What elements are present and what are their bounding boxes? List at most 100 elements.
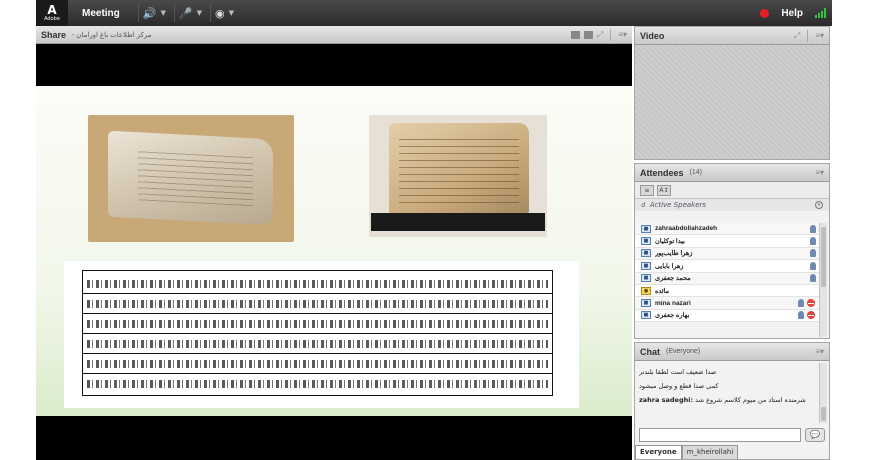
- record-status-icon[interactable]: [760, 8, 770, 18]
- chat-text: صدا ضعیف است لطفا بلندتر: [639, 368, 717, 376]
- attendee-name: بیدا توکلیان: [655, 238, 685, 246]
- microphone-icon: [810, 261, 816, 270]
- attendee-name: mina nazari: [655, 299, 691, 307]
- chat-input-row: 💬: [639, 428, 825, 442]
- attendee-name: zahraabdollahzadeh: [655, 225, 718, 233]
- topbar-right: Help: [760, 8, 832, 19]
- microphone-icon: [810, 274, 816, 283]
- chat-text: کمی صدا قطع و وصل میشود: [639, 382, 719, 390]
- microphone-icon: [798, 311, 804, 320]
- attendee-name: زهرا طایب‌پور: [655, 250, 693, 258]
- share-pod: Share - مرکز اطلاعات باغ اورامان ⤢ ≡▾: [36, 26, 632, 460]
- chat-messages: صدا ضعیف است لطفا بلندتر کمی صدا قطع و و…: [639, 365, 817, 407]
- chat-message: کمی صدا قطع و وصل میشود: [639, 379, 817, 393]
- pod-menu-icon[interactable]: ≡▾: [815, 347, 824, 356]
- microphone-icon: 🎤: [178, 6, 193, 20]
- speaker-icon: 🔊: [142, 6, 157, 20]
- shared-slide: [36, 86, 632, 416]
- webcam-button[interactable]: ◉ ▼: [209, 4, 238, 22]
- active-speakers-bar: ☌ Active Speakers ×: [635, 199, 829, 211]
- chat-text: شرمنده استاد من میوم کلاسم شروع شد: [695, 396, 806, 404]
- chat-message-input[interactable]: [639, 428, 801, 442]
- chat-pod: Chat (Everyone) ≡▾ صدا ضعیف است لطفا بلن…: [634, 342, 830, 460]
- share-document-name: - مرکز اطلاعات باغ اورامان: [72, 31, 152, 39]
- attendees-title: Attendees: [640, 167, 684, 178]
- speaker-button[interactable]: 🔊 ▼: [137, 4, 170, 22]
- chat-sender: zahra sadeghi:: [639, 396, 694, 404]
- microphone-icon: [798, 299, 804, 308]
- attendee-row[interactable]: ■ بیدا توکلیان: [635, 235, 819, 248]
- fullscreen-icon[interactable]: ⤢: [597, 30, 603, 40]
- adobe-logo: A Adobe: [36, 0, 68, 26]
- user-icon: ■: [641, 299, 651, 308]
- speaker-group-icon: ☌: [641, 201, 646, 209]
- user-icon: ■: [641, 274, 651, 283]
- layout-toggle-icon[interactable]: [583, 30, 593, 39]
- attendee-list: ■ zahraabdollahzadeh ■ بیدا توکلیان ■ زهرا طا…: [635, 223, 819, 323]
- microphone-icon: [810, 224, 816, 233]
- attendee-row[interactable]: ■ بهاره جعفری: [635, 309, 819, 323]
- webcam-icon: ◉: [214, 6, 225, 20]
- clay-tablet-photo-right: [369, 115, 547, 237]
- attendee-name: مائده: [655, 287, 670, 295]
- clay-tablet-photo-left: [88, 115, 294, 242]
- share-pod-tools: ⤢ ≡▾: [570, 28, 627, 41]
- chat-tabs: Everyone m_kheirollahi: [635, 445, 739, 459]
- attendee-row[interactable]: ■ محمد جعفری: [635, 272, 819, 285]
- chat-message: zahra sadeghi: شرمنده استاد من میوم کلاس…: [639, 393, 817, 407]
- chat-scope: (Everyone): [666, 348, 701, 355]
- attendee-count: (14): [689, 169, 702, 176]
- video-area: [635, 45, 829, 159]
- close-icon[interactable]: ×: [815, 201, 823, 209]
- attendee-view-tools: ≡ A↕: [635, 182, 829, 199]
- attendee-row[interactable]: ■ زهرا بابایی: [635, 260, 819, 273]
- chevron-down-icon[interactable]: ▼: [229, 9, 234, 17]
- attendee-name: زهرا بابایی: [655, 262, 684, 270]
- chevron-down-icon[interactable]: ▼: [160, 9, 165, 17]
- cuneiform-transcription-image: [64, 261, 579, 408]
- user-icon: ■: [641, 224, 651, 233]
- microphone-icon: [810, 237, 816, 246]
- user-icon: ■: [641, 311, 651, 320]
- microphone-button[interactable]: 🎤 ▼: [173, 4, 206, 22]
- meeting-menu[interactable]: Meeting: [68, 8, 134, 19]
- attendee-name: محمد جعفری: [655, 275, 691, 283]
- blocked-icon: [807, 311, 815, 320]
- attendee-scrollbar[interactable]: [819, 223, 827, 337]
- chevron-down-icon[interactable]: ▼: [197, 9, 202, 17]
- fullscreen-icon[interactable]: ⤢: [794, 31, 800, 41]
- blocked-icon: [807, 299, 815, 308]
- host-icon: ●: [641, 286, 651, 295]
- list-view-icon[interactable]: ≡: [640, 184, 654, 196]
- video-title: Video: [640, 30, 665, 41]
- chat-pod-header: Chat (Everyone) ≡▾: [635, 343, 829, 361]
- layout-toggle-icon[interactable]: [570, 30, 580, 39]
- connection-signal-icon: [815, 8, 826, 18]
- top-menu-bar: A Adobe Meeting 🔊 ▼ 🎤 ▼ ◉ ▼ Help: [36, 0, 832, 26]
- user-icon: ■: [641, 237, 651, 246]
- chat-tab[interactable]: Everyone: [635, 445, 682, 459]
- attendee-row[interactable]: ■ mina nazari: [635, 297, 819, 310]
- sort-view-icon[interactable]: A↕: [657, 184, 671, 196]
- share-title: Share: [41, 29, 67, 40]
- chat-title: Chat: [640, 346, 660, 357]
- help-menu[interactable]: Help: [781, 8, 803, 19]
- active-speakers-label: Active Speakers: [649, 201, 707, 209]
- speech-bubble-icon[interactable]: 💬: [805, 428, 825, 442]
- attendee-row[interactable]: ● مائده: [635, 284, 819, 298]
- attendees-pod-header: Attendees (14) ≡▾: [635, 164, 829, 182]
- pod-menu-icon[interactable]: ≡▾: [618, 30, 627, 39]
- video-pod-header: Video ⤢ ≡▾: [635, 27, 829, 45]
- attendee-name: بهاره جعفری: [655, 312, 690, 320]
- attendee-row[interactable]: ■ zahraabdollahzadeh: [635, 223, 819, 236]
- chat-scrollbar[interactable]: [819, 363, 827, 423]
- chat-message: صدا ضعیف است لطفا بلندتر: [639, 365, 817, 379]
- pod-menu-icon[interactable]: ≡▾: [815, 168, 824, 177]
- user-icon: ■: [641, 249, 651, 258]
- share-pod-header: Share - مرکز اطلاعات باغ اورامان ⤢ ≡▾: [36, 26, 632, 44]
- video-pod: Video ⤢ ≡▾: [634, 26, 830, 160]
- chat-tab[interactable]: m_kheirollahi: [681, 445, 739, 459]
- attendees-pod: Attendees (14) ≡▾ ≡ A↕ ☌ Active Speakers…: [634, 163, 830, 339]
- attendee-row[interactable]: ■ زهرا طایب‌پور: [635, 247, 819, 261]
- pod-menu-icon[interactable]: ≡▾: [815, 31, 824, 40]
